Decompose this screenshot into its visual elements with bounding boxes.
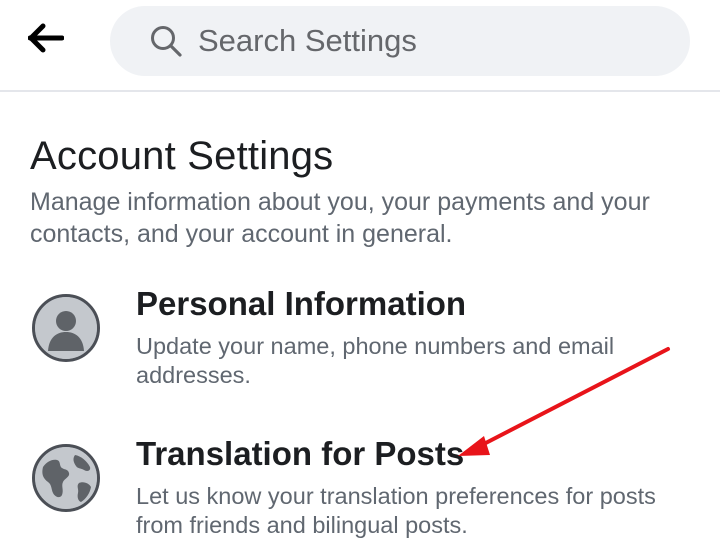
header-bar xyxy=(0,0,720,92)
item-description: Update your name, phone numbers and emai… xyxy=(136,333,615,388)
settings-item-translation-for-posts[interactable]: Translation for Posts Let us know your t… xyxy=(0,432,720,542)
search-bar[interactable] xyxy=(110,6,690,76)
settings-page: Account Settings Manage information abou… xyxy=(0,0,720,550)
globe-icon xyxy=(32,444,100,512)
settings-item-personal-information[interactable]: Personal Information Update your name, p… xyxy=(0,282,720,392)
search-input[interactable] xyxy=(198,23,638,59)
section-title: Account Settings xyxy=(30,134,334,178)
section-description: Manage information about you, your payme… xyxy=(30,188,650,248)
item-title: Personal Information xyxy=(136,285,467,322)
back-button[interactable] xyxy=(27,20,84,60)
arrow-left-icon xyxy=(27,23,65,58)
item-title: Translation for Posts xyxy=(136,435,465,472)
item-description: Let us know your translation preferences… xyxy=(136,483,656,538)
person-icon xyxy=(32,294,100,362)
search-icon xyxy=(148,23,184,59)
